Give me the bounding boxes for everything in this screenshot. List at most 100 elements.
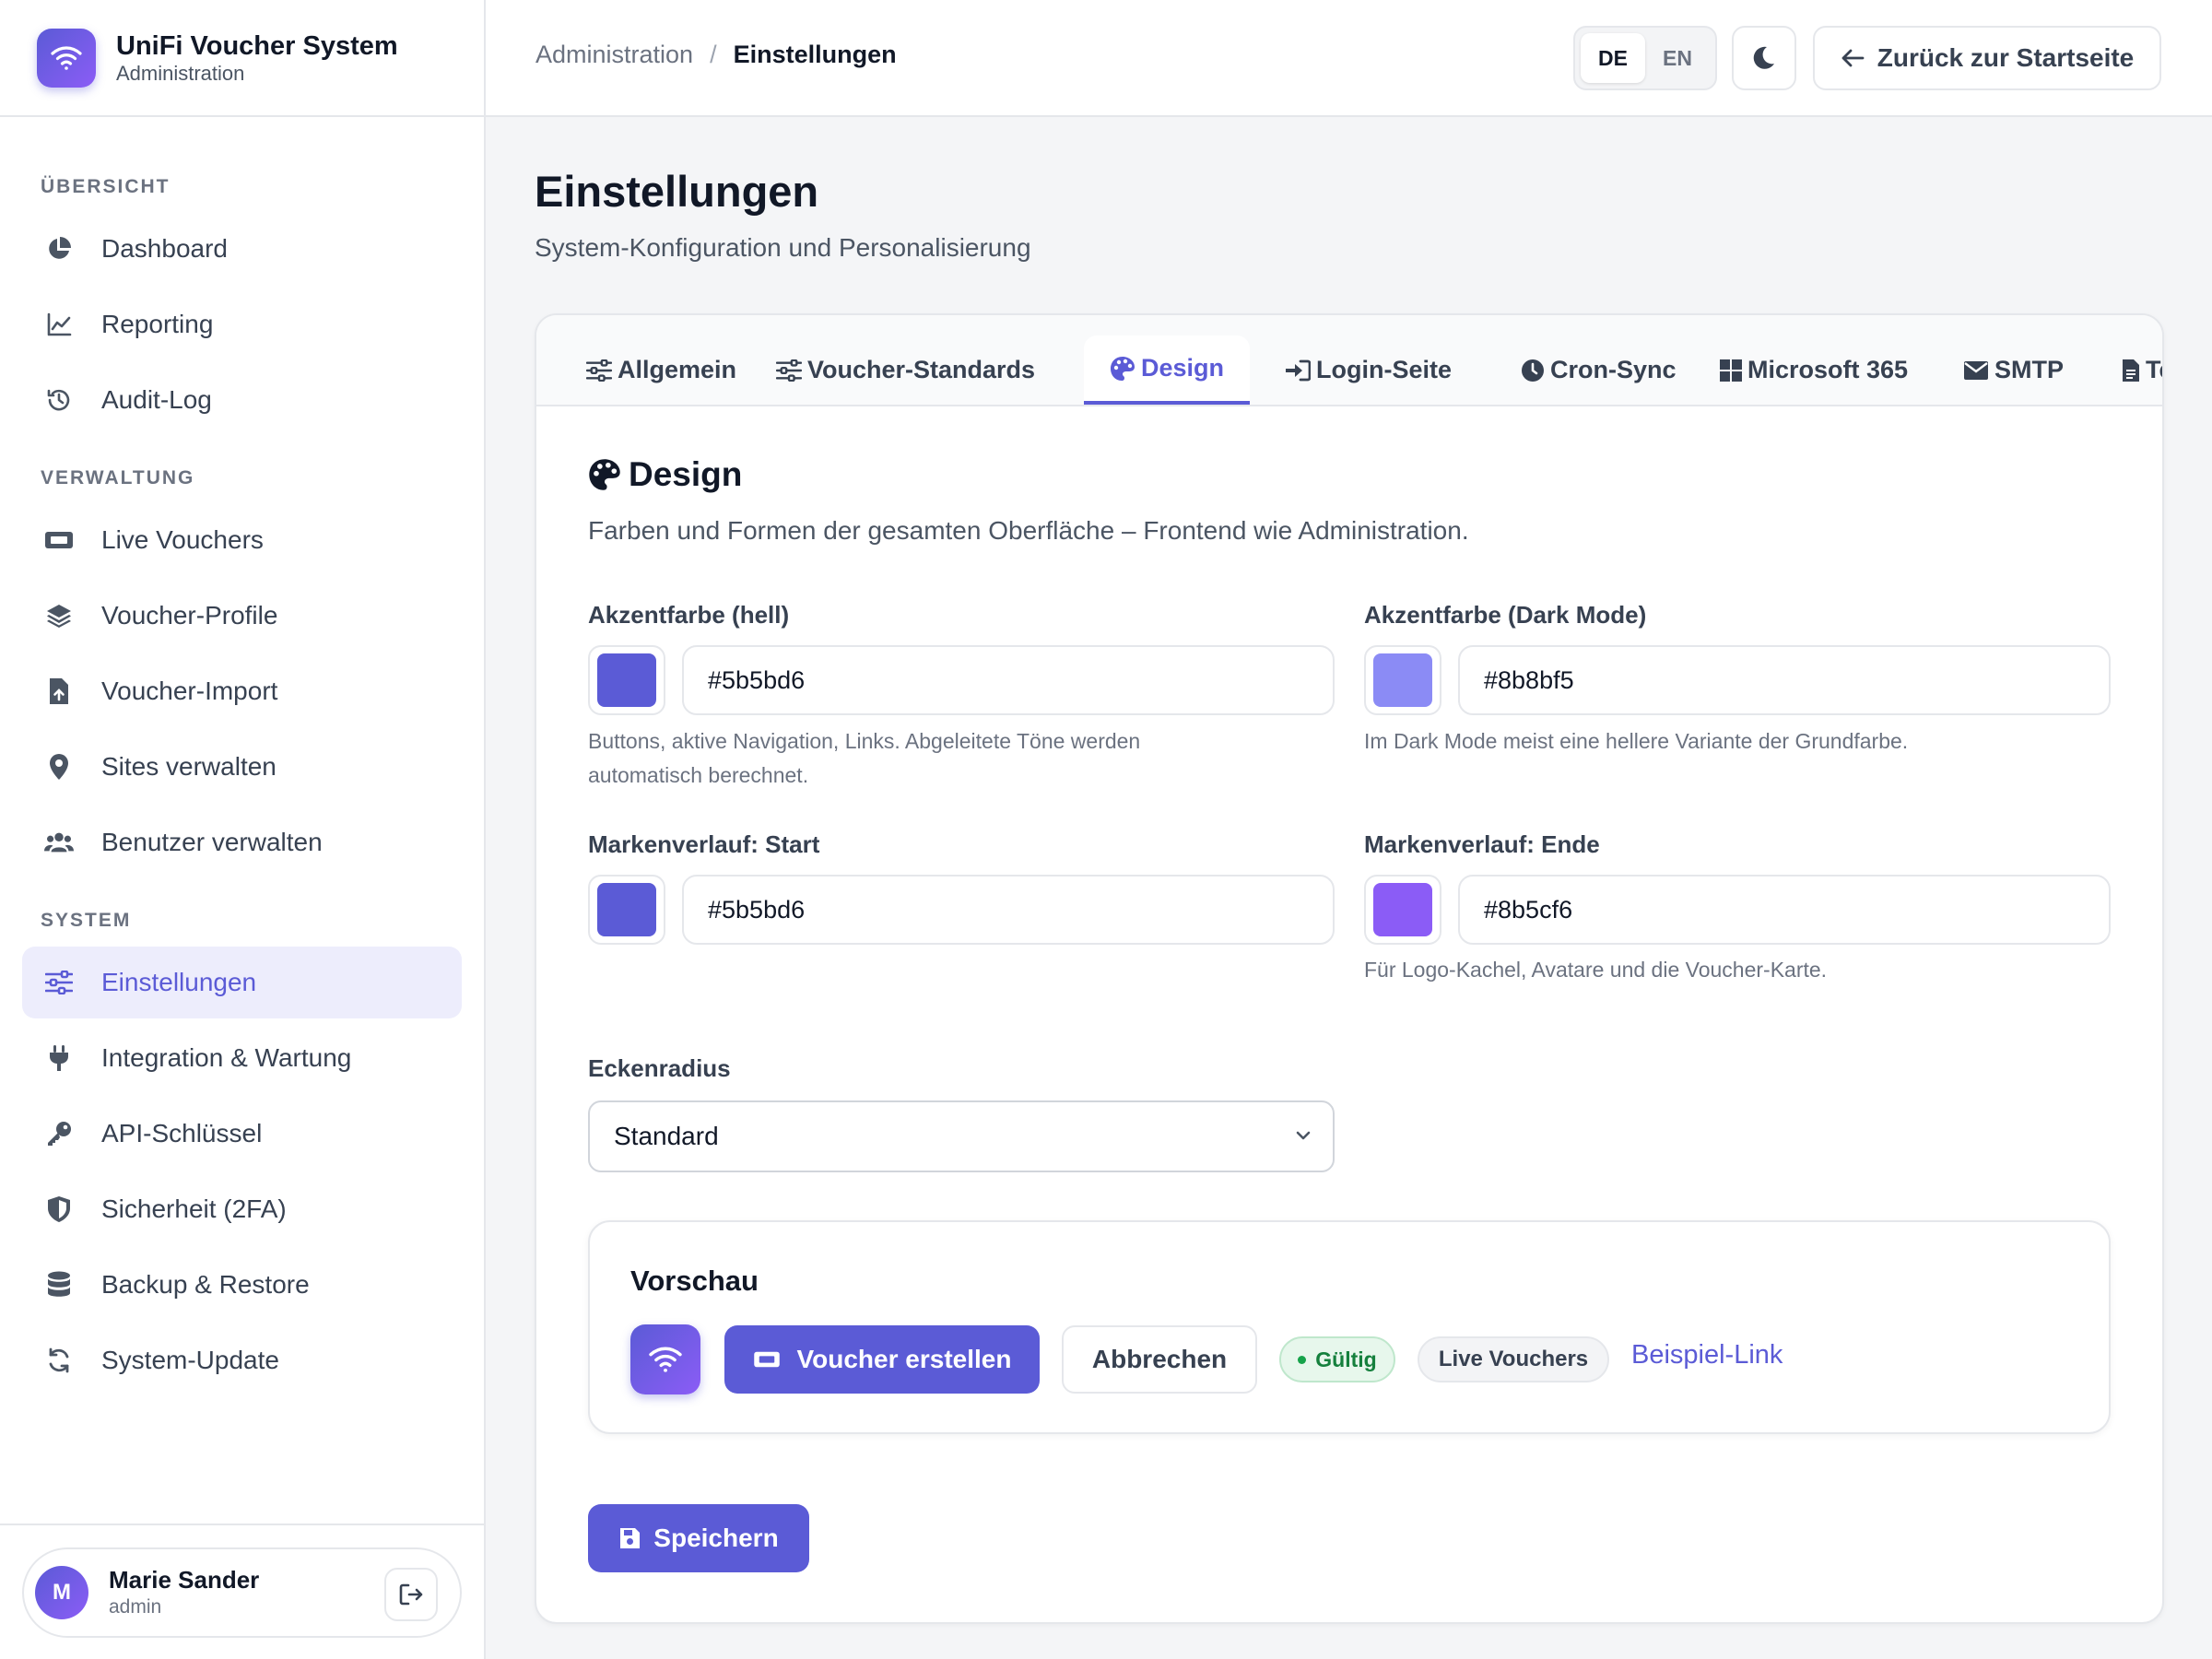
map-pin-icon <box>44 752 74 782</box>
sidebar-item-system-update[interactable]: System-Update <box>22 1324 462 1396</box>
arrow-left-icon <box>1841 48 1865 68</box>
tab-templates[interactable]: Te <box>2096 335 2162 405</box>
theme-toggle-button[interactable] <box>1732 26 1796 90</box>
preview-panel: Vorschau Voucher erstellen Abbrechen Gül… <box>588 1220 2111 1434</box>
sidebar-item-live-vouchers[interactable]: Live Vouchers <box>22 504 462 576</box>
sign-in-icon <box>1285 359 1311 382</box>
tab-cron-sync[interactable]: Cron-Sync <box>1495 335 1702 405</box>
wifi-icon <box>37 28 96 88</box>
gradient-start-color-picker[interactable] <box>588 875 665 945</box>
sliders-icon <box>586 359 612 382</box>
example-link[interactable]: Beispiel-Link <box>1631 1340 1783 1371</box>
sidebar-item-label: Integration & Wartung <box>101 1043 352 1072</box>
sidebar-item-label: Live Vouchers <box>101 525 264 554</box>
gradient-start-label: Markenverlauf: Start <box>588 830 820 858</box>
brand[interactable]: UniFi Voucher System Administration <box>0 0 484 117</box>
accent-light-input[interactable]: #5b5bd6 <box>682 645 1335 715</box>
tab-smtp[interactable]: SMTP <box>1937 335 2089 405</box>
pie-chart-icon <box>44 234 74 264</box>
sidebar-nav: ÜBERSICHT Dashboard Reporting Audit-Log … <box>0 117 484 1396</box>
topbar: Administration / Einstellungen DE EN Zur… <box>486 0 2212 117</box>
sidebar-item-audit-log[interactable]: Audit-Log <box>22 364 462 436</box>
sidebar-item-dashboard[interactable]: Dashboard <box>22 213 462 285</box>
sidebar-item-api-keys[interactable]: API-Schlüssel <box>22 1098 462 1170</box>
breadcrumb-current: Einstellungen <box>733 41 897 68</box>
brand-subtitle: Administration <box>116 61 245 85</box>
sidebar-item-label: Voucher-Import <box>101 677 278 705</box>
language-option-en[interactable]: EN <box>1645 33 1710 83</box>
save-button-label: Speichern <box>653 1524 779 1552</box>
status-badge: Gültig <box>1279 1336 1395 1382</box>
section-description: Farben und Formen der gesamten Oberfläch… <box>588 516 1469 545</box>
tab-microsoft-365[interactable]: Microsoft 365 <box>1694 335 1934 405</box>
sidebar-item-label: System-Update <box>101 1346 279 1374</box>
save-button[interactable]: Speichern <box>588 1504 809 1572</box>
user-card: M Marie Sander admin <box>22 1547 462 1638</box>
sidebar-item-label: Benutzer verwalten <box>101 828 323 856</box>
accent-dark-label: Akzentfarbe (Dark Mode) <box>1364 601 1647 629</box>
file-upload-icon <box>44 677 74 706</box>
moon-icon <box>1753 46 1774 69</box>
refresh-icon <box>44 1346 74 1375</box>
gradient-start-input[interactable]: #5b5bd6 <box>682 875 1335 945</box>
accent-dark-color-picker[interactable] <box>1364 645 1441 715</box>
tab-general[interactable]: Allgemein <box>560 335 762 405</box>
accent-light-color-picker[interactable] <box>588 645 665 715</box>
sidebar-item-settings[interactable]: Einstellungen <box>22 947 462 1018</box>
accent-dark-input[interactable]: #8b8bf5 <box>1458 645 2111 715</box>
tab-label: Cron-Sync <box>1550 356 1677 383</box>
accent-light-help: Buttons, aktive Navigation, Links. Abgel… <box>588 729 1141 787</box>
page-subtitle: System-Konfiguration und Personalisierun… <box>535 233 1031 262</box>
wifi-icon <box>630 1324 700 1394</box>
radius-select[interactable]: Standard <box>588 1100 1335 1172</box>
ticket-icon <box>44 525 74 555</box>
tab-design[interactable]: Design <box>1084 335 1251 405</box>
preview-secondary-button[interactable]: Abbrechen <box>1062 1325 1257 1394</box>
sliders-icon <box>776 359 802 382</box>
color-swatch <box>597 653 656 707</box>
breadcrumb-parent[interactable]: Administration <box>535 41 693 69</box>
status-dot-icon <box>1298 1355 1307 1364</box>
sidebar-item-users[interactable]: Benutzer verwalten <box>22 806 462 878</box>
sidebar-item-label: Sicherheit (2FA) <box>101 1194 287 1223</box>
sidebar-item-integration[interactable]: Integration & Wartung <box>22 1022 462 1094</box>
gradient-end-color-picker[interactable] <box>1364 875 1441 945</box>
file-icon <box>2122 359 2140 382</box>
tab-voucher-defaults[interactable]: Voucher-Standards <box>750 335 1061 405</box>
sidebar-item-label: Dashboard <box>101 234 228 263</box>
nav-section-overview: ÜBERSICHT <box>41 176 171 197</box>
breadcrumb: Administration / Einstellungen <box>535 41 897 69</box>
avatar: M <box>35 1566 88 1619</box>
sidebar-item-voucher-profiles[interactable]: Voucher-Profile <box>22 580 462 652</box>
preview-title: Vorschau <box>630 1265 759 1297</box>
sidebar-item-label: API-Schlüssel <box>101 1119 263 1147</box>
back-to-home-button[interactable]: Zurück zur Startseite <box>1813 26 2161 90</box>
sidebar-item-voucher-import[interactable]: Voucher-Import <box>22 655 462 727</box>
line-chart-icon <box>44 310 74 339</box>
preview-primary-label: Voucher erstellen <box>796 1345 1012 1373</box>
chevron-down-icon <box>1294 1126 1312 1145</box>
clock-icon <box>1521 359 1545 382</box>
status-badge-label: Gültig <box>1315 1347 1377 1371</box>
windows-icon <box>1720 359 1742 382</box>
settings-card: Allgemein Voucher-Standards Design Login… <box>535 313 2164 1624</box>
sidebar-item-security[interactable]: Sicherheit (2FA) <box>22 1173 462 1245</box>
tab-login-page[interactable]: Login-Seite <box>1259 335 1477 405</box>
accent-light-label: Akzentfarbe (hell) <box>588 601 790 629</box>
preview-primary-button[interactable]: Voucher erstellen <box>724 1325 1040 1394</box>
tab-label: Login-Seite <box>1316 356 1452 383</box>
radius-label: Eckenradius <box>588 1054 731 1082</box>
nav-section-management: VERWALTUNG <box>41 467 195 488</box>
color-swatch <box>1373 883 1432 936</box>
sidebar-item-sites[interactable]: Sites verwalten <box>22 731 462 803</box>
language-option-de[interactable]: DE <box>1581 33 1645 83</box>
sidebar-item-reporting[interactable]: Reporting <box>22 288 462 360</box>
color-swatch <box>597 883 656 936</box>
gradient-end-input[interactable]: #8b5cf6 <box>1458 875 2111 945</box>
logout-button[interactable] <box>384 1568 438 1621</box>
user-role: admin <box>109 1596 162 1618</box>
sidebar-item-backup[interactable]: Backup & Restore <box>22 1249 462 1321</box>
user-name: Marie Sander <box>109 1566 260 1594</box>
tab-label: SMTP <box>1994 356 2065 383</box>
database-icon <box>44 1270 74 1300</box>
